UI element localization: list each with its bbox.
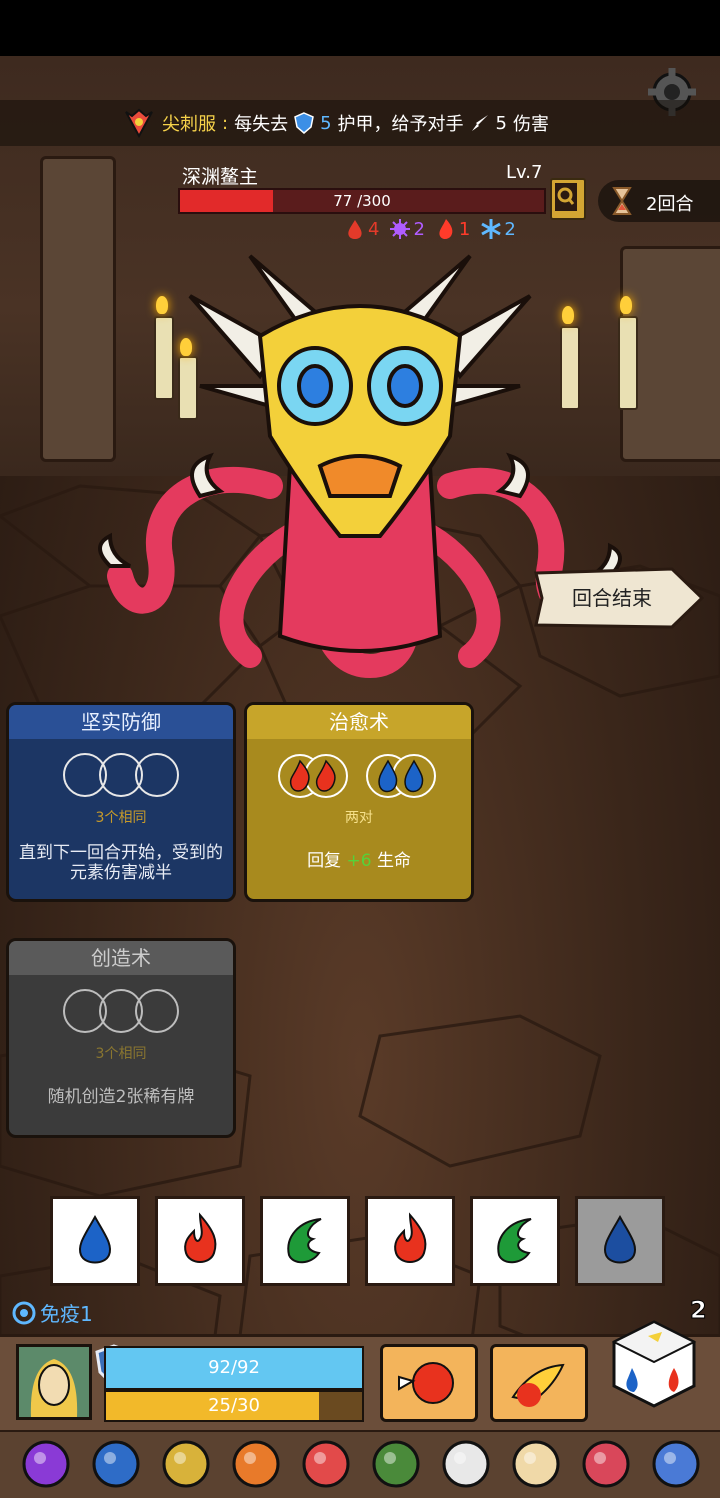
die-leaf[interactable]	[470, 1196, 560, 1286]
card-description: 随机创造2张稀有牌	[47, 1087, 195, 1107]
moss-book-icon[interactable]	[368, 1436, 424, 1492]
enemy-hp-bar: 77 /300	[178, 188, 546, 214]
banner-content: 尖刺服: 每失去 5 护甲，给予对手 5 伤害	[122, 108, 549, 138]
status-effect-value: 1	[458, 218, 471, 240]
status-effect-value: 2	[504, 218, 516, 240]
card-body: 3个相同 随机创造2张稀有牌	[9, 975, 233, 1135]
heal-prefix: 回复	[307, 851, 342, 871]
die-fire[interactable]	[155, 1196, 245, 1286]
spiked-armor-icon	[125, 108, 153, 138]
card-body: 两对 回复 +6 生命	[247, 739, 471, 899]
heal-value: +6	[346, 851, 372, 871]
claw-icon[interactable]	[438, 1436, 494, 1492]
banner-text: 护甲，给予对手	[337, 114, 464, 135]
status-effect-value: 2	[413, 218, 425, 240]
player-hp-text: 92/92	[208, 1357, 260, 1378]
spiked-die-icon[interactable]	[508, 1436, 564, 1492]
status-effect[interactable]: 2	[389, 218, 425, 240]
skill-card-solid-defense[interactable]: 坚实防御 3个相同 直到下一回合开始，受到的元素伤害减半	[6, 702, 236, 902]
leaf-element-icon	[287, 1218, 322, 1264]
card-title: 创造术	[9, 941, 233, 975]
hero-portrait-icon	[19, 1347, 89, 1417]
die-fire[interactable]	[365, 1196, 455, 1286]
fire-pair-slots[interactable]	[277, 753, 353, 799]
card-body: 3个相同 直到下一回合开始，受到的元素伤害减半	[9, 739, 233, 899]
fire-icon	[439, 219, 453, 239]
card-condition: 两对	[345, 810, 373, 826]
player-energy-bar: 25/30	[104, 1390, 364, 1422]
player-hp-bar: 92/92	[104, 1346, 364, 1390]
end-turn-label: 回合结束	[572, 586, 652, 610]
lifebuoy-icon[interactable]	[228, 1436, 284, 1492]
dice-hand	[50, 1196, 665, 1286]
enemy-hp-text: 77 /300	[333, 192, 391, 210]
skill-card-heal[interactable]: 治愈术 两对 回复 +6 生命	[244, 702, 474, 902]
fire-element-icon	[394, 1212, 427, 1263]
die-water[interactable]	[575, 1196, 665, 1286]
immune-status: 免疫1	[12, 1298, 93, 1327]
skill-button-punch[interactable]	[380, 1344, 478, 1422]
dice-slot[interactable]	[135, 753, 179, 797]
heart-bow-icon[interactable]	[578, 1436, 634, 1492]
dice-slots	[9, 989, 233, 1033]
status-effect[interactable]: 1	[435, 218, 470, 240]
snowflake-icon	[481, 219, 502, 239]
sword-icon	[471, 115, 488, 131]
fire-element-icon	[184, 1212, 217, 1263]
player-avatar[interactable]	[16, 1344, 92, 1420]
card-title: 坚实防御	[9, 705, 233, 739]
helmet-icon[interactable]	[158, 1436, 214, 1492]
armor-value: 5	[320, 112, 332, 134]
water-element-icon	[604, 1214, 636, 1264]
water-element-icon	[79, 1214, 111, 1264]
jar-icon[interactable]	[298, 1436, 354, 1492]
player-energy-text: 25/30	[208, 1395, 260, 1416]
status-effect[interactable]: 4	[344, 218, 379, 240]
blood-drop-icon	[348, 220, 362, 239]
potion-icon[interactable]	[18, 1436, 74, 1492]
fire-blast-icon	[511, 1363, 565, 1407]
card-condition: 3个相同	[95, 1046, 147, 1062]
immune-label: 免疫1	[40, 1302, 93, 1326]
dice-slots	[247, 753, 471, 799]
round-label: 2回合	[646, 194, 694, 215]
die-leaf[interactable]	[260, 1196, 350, 1286]
armor-shield-icon	[294, 112, 314, 134]
card-description: 回复 +6 生命	[247, 851, 471, 871]
dice-slots	[9, 753, 233, 797]
banner-text: 每失去	[234, 114, 289, 135]
system-status-bar	[0, 0, 720, 56]
dice-slot[interactable]	[135, 989, 179, 1033]
hourglass-icon	[612, 187, 632, 215]
water-pair-slots[interactable]	[365, 753, 441, 799]
enemy-status-effects: 4 2 1 2	[344, 218, 516, 240]
heal-suffix: 生命	[376, 851, 411, 871]
crystal-demon-icon[interactable]	[88, 1436, 144, 1492]
die-water[interactable]	[50, 1196, 140, 1286]
reroll-die-button[interactable]	[608, 1318, 700, 1410]
enemy-name: 深渊鳌主	[182, 166, 259, 188]
enemy-info-button[interactable]	[550, 178, 586, 220]
skill-button-fire-blast[interactable]	[490, 1344, 588, 1422]
leaf-element-icon	[497, 1218, 532, 1264]
banner-colon: :	[222, 112, 229, 134]
banner-title: 尖刺服	[162, 114, 216, 135]
status-effect[interactable]: 2	[480, 218, 516, 240]
banner-text: 伤害	[512, 114, 549, 135]
card-description: 直到下一回合开始，受到的元素伤害减半	[19, 843, 223, 883]
slime-icon[interactable]	[648, 1436, 704, 1492]
status-effect-value: 4	[368, 218, 380, 240]
purple-splat-icon	[390, 219, 411, 239]
card-condition: 3个相同	[95, 810, 147, 826]
spiked-fist-icon	[398, 1362, 454, 1404]
damage-value: 5	[495, 112, 507, 134]
skill-card-creation[interactable]: 创造术 3个相同 随机创造2张稀有牌	[6, 938, 236, 1138]
immune-icon	[12, 1301, 36, 1324]
card-title: 治愈术	[247, 705, 471, 739]
magnifier-icon	[555, 183, 577, 211]
enemy-level: Lv.7	[506, 162, 543, 183]
